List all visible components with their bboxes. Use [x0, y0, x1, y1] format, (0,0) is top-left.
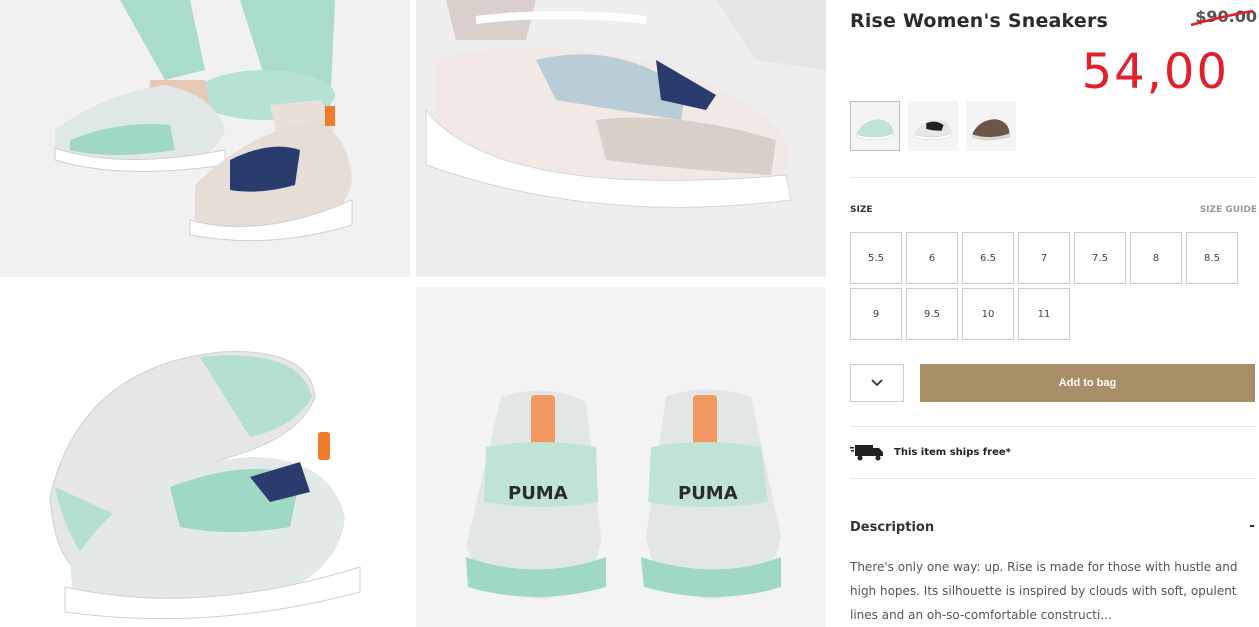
chevron-down-icon: [871, 379, 883, 387]
description-heading[interactable]: Description: [850, 520, 934, 535]
size-option[interactable]: 7: [1018, 232, 1070, 284]
product-title: Rise Women's Sneakers: [850, 10, 1109, 32]
color-swatch-mint-pink[interactable]: [850, 101, 900, 151]
size-option[interactable]: 7.5: [1074, 232, 1126, 284]
add-to-bag-button[interactable]: Add to bag: [920, 364, 1255, 402]
shipping-text: This item ships free*: [894, 446, 1011, 458]
divider: [850, 478, 1255, 479]
sale-price: 54,00: [1081, 44, 1229, 100]
description-toggle[interactable]: -: [1249, 518, 1255, 534]
product-photo-pair-sole[interactable]: [0, 287, 410, 627]
product-photo-on-feet-image: [0, 0, 410, 277]
size-option[interactable]: 6.5: [962, 232, 1014, 284]
shoe-thumbnail-icon: [972, 119, 1010, 140]
original-price: $90.00: [1190, 7, 1257, 27]
product-photo-on-feet[interactable]: [0, 0, 410, 277]
quantity-select[interactable]: [850, 364, 904, 402]
size-option[interactable]: 9.5: [906, 288, 958, 340]
size-option[interactable]: 8.5: [1186, 232, 1238, 284]
color-swatch-brown[interactable]: [966, 101, 1016, 151]
svg-text:PUMA: PUMA: [678, 483, 738, 504]
size-guide-link[interactable]: SIZE GUIDE: [1200, 205, 1257, 215]
product-photo-side-closeup-image: [416, 0, 826, 277]
product-photo-pair-sole-image: [0, 287, 410, 627]
size-options: 5.5 6 6.5 7 7.5 8 8.5 9 9.5 10 11: [850, 232, 1259, 340]
divider: [850, 426, 1255, 427]
divider: [850, 177, 1255, 178]
description-text: There's only one way: up. Rise is made f…: [850, 560, 1238, 622]
size-option[interactable]: 8: [1130, 232, 1182, 284]
size-option[interactable]: 11: [1018, 288, 1070, 340]
size-label: SIZE: [850, 205, 873, 215]
size-option[interactable]: 10: [962, 288, 1014, 340]
color-swatches: [850, 101, 1016, 151]
shoe-thumbnail-icon: [914, 119, 952, 140]
size-option[interactable]: 9: [850, 288, 902, 340]
size-option[interactable]: 6: [906, 232, 958, 284]
strikethrough-mark: [1190, 9, 1254, 27]
shipping-info: This item ships free*: [850, 442, 1011, 462]
truck-icon: [850, 445, 883, 461]
product-photo-back-view[interactable]: PUMA PUMA: [416, 287, 826, 627]
product-details-panel: Rise Women's Sneakers $90.00 54,00 SIZE …: [850, 0, 1259, 627]
size-option[interactable]: 5.5: [850, 232, 902, 284]
product-photo-back-view-image: PUMA PUMA: [416, 287, 826, 627]
svg-text:PUMA: PUMA: [508, 483, 568, 504]
shoe-thumbnail-icon: [856, 119, 894, 140]
product-photo-side-closeup[interactable]: [416, 0, 826, 277]
color-swatch-white-black[interactable]: [908, 101, 958, 151]
